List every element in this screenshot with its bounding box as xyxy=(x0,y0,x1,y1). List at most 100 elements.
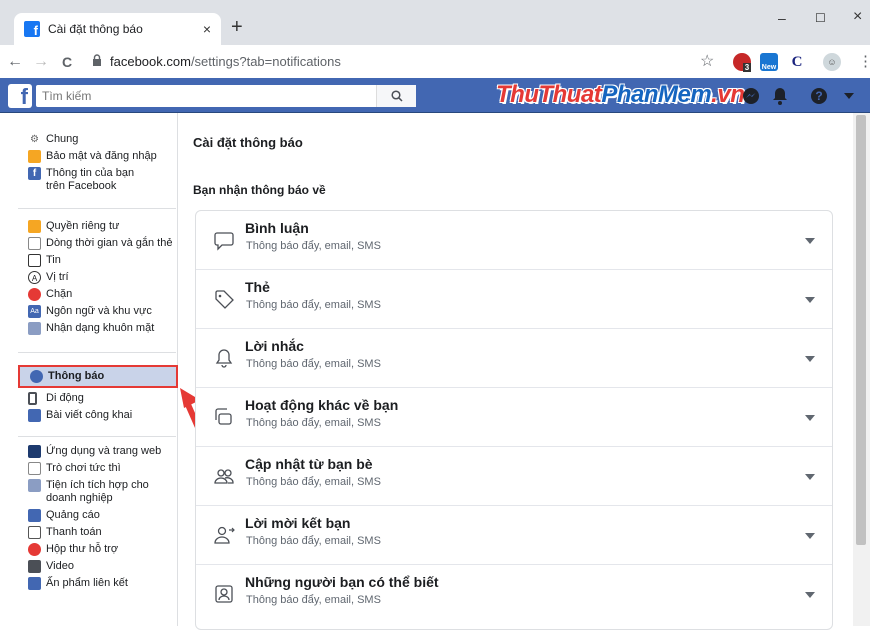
sidebar-item-label: Thanh toán xyxy=(46,526,102,538)
address-bar[interactable]: facebook.com/settings?tab=notifications xyxy=(110,54,341,69)
shield-icon xyxy=(28,150,41,163)
sidebar-item-face-recognition[interactable]: Nhận dạng khuôn mặt xyxy=(28,322,176,335)
row-description: Thông báo đẩy, email, SMS xyxy=(246,417,381,429)
profile-avatar[interactable]: ☺ xyxy=(823,53,841,71)
sidebar-item-label: Quyền riêng tư xyxy=(46,220,120,232)
gamepad-icon xyxy=(28,462,41,475)
sidebar-item-timeline[interactable]: Dòng thời gian và gắn thẻ xyxy=(28,237,176,250)
sidebar-item-your-info[interactable]: f Thông tin của bạn trên Facebook xyxy=(28,167,176,193)
lock-icon xyxy=(28,220,41,233)
tab-close-icon[interactable]: × xyxy=(203,21,211,37)
row-title: Những người bạn có thể biết xyxy=(245,574,439,590)
notif-row-reminders[interactable]: Lời nhắc Thông báo đẩy, email, SMS xyxy=(196,329,832,388)
gear-icon: ⚙ xyxy=(30,134,39,145)
sidebar-item-security[interactable]: Bảo mật và đăng nhập xyxy=(28,150,176,163)
browser-menu-icon[interactable]: ⋮ xyxy=(858,52,870,70)
sidebar-item-linked-publications[interactable]: Ấn phẩm liên kết xyxy=(28,577,176,590)
back-button[interactable]: ← xyxy=(4,53,26,71)
notif-row-other-activity[interactable]: Hoạt động khác về bạn Thông báo đẩy, ema… xyxy=(196,388,832,447)
window-close-button[interactable]: × xyxy=(853,8,862,26)
expand-caret-icon[interactable] xyxy=(805,592,815,598)
bell-icon xyxy=(215,349,233,368)
adblock-extension-icon[interactable]: 3 xyxy=(733,53,752,72)
expand-caret-icon[interactable] xyxy=(805,356,815,362)
bookmark-star-icon[interactable]: ☆ xyxy=(700,51,714,71)
apps-icon xyxy=(28,445,41,458)
notif-row-friend-requests[interactable]: Lời mời kết bạn Thông báo đẩy, email, SM… xyxy=(196,506,832,565)
row-description: Thông báo đẩy, email, SMS xyxy=(246,594,381,606)
sidebar-item-apps[interactable]: Ứng dụng và trang web xyxy=(28,445,176,458)
add-friend-icon xyxy=(214,526,235,544)
expand-caret-icon[interactable] xyxy=(805,415,815,421)
search-input[interactable] xyxy=(42,89,376,103)
c-extension-icon[interactable]: C xyxy=(788,53,806,71)
sidebar-item-business-integrations[interactable]: Tiện ích tích hợp cho doanh nghiệp xyxy=(28,479,176,505)
activity-icon xyxy=(215,408,232,425)
sidebar-item-instant-games[interactable]: Trò chơi tức thì xyxy=(28,462,176,475)
messenger-icon[interactable] xyxy=(742,87,760,105)
support-icon xyxy=(28,543,41,556)
sidebar-item-ads[interactable]: Quảng cáo xyxy=(28,509,176,522)
maximize-button[interactable]: ☐ xyxy=(815,11,826,25)
sidebar-item-videos[interactable]: Video xyxy=(28,560,176,573)
expand-caret-icon[interactable] xyxy=(805,474,815,480)
sidebar-item-label: Hộp thư hỗ trợ xyxy=(46,543,119,555)
facebook-logo[interactable]: f xyxy=(8,84,32,108)
sidebar-item-general[interactable]: ⚙ Chung xyxy=(28,133,176,146)
sidebar-item-privacy[interactable]: Quyền riêng tư xyxy=(28,220,176,233)
sidebar-item-label: Nhận dạng khuôn mặt xyxy=(46,322,155,334)
sidebar-item-language[interactable]: Aa Ngôn ngữ và khu vực xyxy=(28,305,176,318)
browser-tab[interactable]: f Cài đặt thông báo × xyxy=(14,13,221,45)
timeline-icon xyxy=(28,237,41,250)
page-scrollbar-thumb[interactable] xyxy=(856,115,866,545)
settings-sidebar: ⚙ Chung Bảo mật và đăng nhập f Thông tin c… xyxy=(0,113,178,626)
sidebar-item-label: Quảng cáo xyxy=(46,509,100,521)
notifications-bell-icon[interactable] xyxy=(772,87,788,105)
expand-caret-icon[interactable] xyxy=(805,238,815,244)
new-extension-icon[interactable]: New xyxy=(760,53,778,71)
row-title: Lời nhắc xyxy=(245,338,304,354)
reload-button[interactable]: C xyxy=(56,54,78,70)
sidebar-item-mobile[interactable]: Di động xyxy=(28,392,176,405)
row-description: Thông báo đẩy, email, SMS xyxy=(246,299,381,311)
tab-title: Cài đặt thông báo xyxy=(48,22,143,36)
mobile-icon xyxy=(28,392,37,405)
notif-row-tags[interactable]: Thẻ Thông báo đẩy, email, SMS xyxy=(196,270,832,329)
search-button[interactable] xyxy=(376,85,416,107)
minimize-button[interactable]: – xyxy=(778,10,786,26)
tag-icon xyxy=(215,290,234,309)
notif-row-comments[interactable]: Bình luận Thông báo đẩy, email, SMS xyxy=(196,211,832,270)
row-title: Bình luận xyxy=(245,220,309,236)
ads-icon xyxy=(28,509,41,522)
new-tab-button[interactable]: + xyxy=(231,17,243,37)
friends-icon xyxy=(214,469,234,484)
language-icon: Aa xyxy=(28,305,41,318)
sidebar-item-payments[interactable]: Thanh toán xyxy=(28,526,176,539)
facebook-icon: f xyxy=(28,167,41,180)
sidebar-item-location[interactable]: A Vị trí xyxy=(28,271,176,284)
notif-row-people-you-may-know[interactable]: Những người bạn có thể biết Thông báo đẩ… xyxy=(196,565,832,624)
sidebar-item-label: Ứng dụng và trang web xyxy=(46,445,162,457)
sidebar-item-public-posts[interactable]: Bài viết công khai xyxy=(28,409,176,422)
account-menu-chevron-icon[interactable] xyxy=(844,93,854,99)
sidebar-item-label: Tin xyxy=(46,254,61,266)
location-icon: A xyxy=(28,271,41,284)
sidebar-item-support-inbox[interactable]: Hộp thư hỗ trợ xyxy=(28,543,176,556)
sidebar-item-label: Trò chơi tức thì xyxy=(46,462,121,474)
expand-caret-icon[interactable] xyxy=(805,533,815,539)
sidebar-item-label: Ấn phẩm liên kết xyxy=(46,577,128,589)
rss-icon xyxy=(28,409,41,422)
section-subtitle: Bạn nhận thông báo về xyxy=(193,183,326,197)
comment-icon xyxy=(214,232,234,251)
expand-caret-icon[interactable] xyxy=(805,297,815,303)
sidebar-item-notifications[interactable]: Thông báo xyxy=(18,365,178,388)
help-icon[interactable]: ? xyxy=(810,87,828,105)
notif-row-friend-updates[interactable]: Cập nhật từ bạn bè Thông báo đẩy, email,… xyxy=(196,447,832,506)
row-description: Thông báo đẩy, email, SMS xyxy=(246,535,381,547)
watermark-part-b: PhanMem xyxy=(601,81,712,108)
sidebar-item-stories[interactable]: Tin xyxy=(28,254,176,267)
lock-icon[interactable] xyxy=(92,54,102,69)
forward-button[interactable]: → xyxy=(30,53,52,71)
svg-text:?: ? xyxy=(815,89,822,103)
sidebar-item-blocking[interactable]: Chặn xyxy=(28,288,176,301)
